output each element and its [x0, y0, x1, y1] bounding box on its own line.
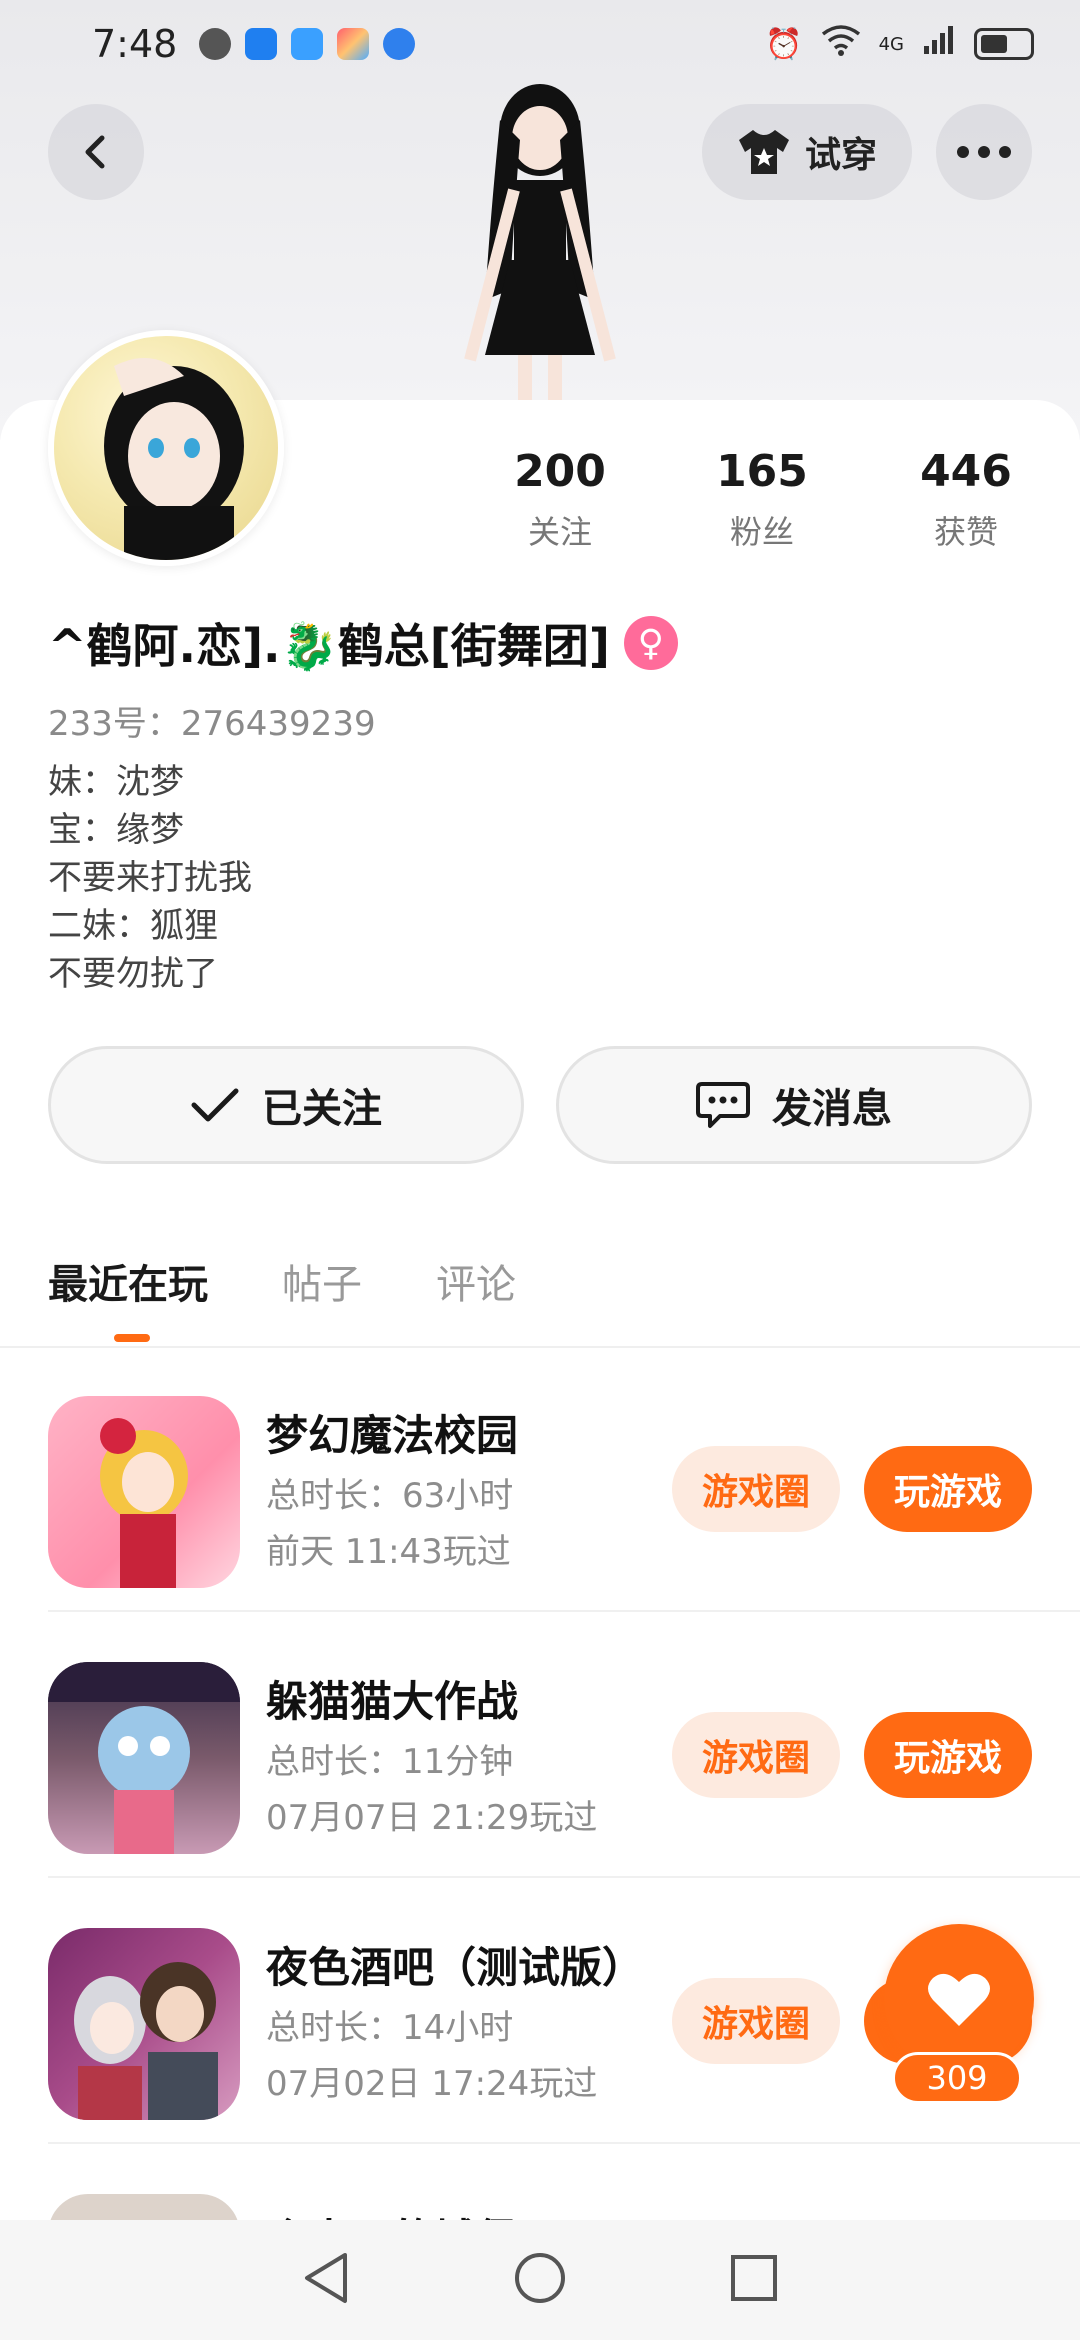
bio-line: 妹：沈梦: [48, 762, 184, 802]
play-game-button[interactable]: 玩游戏: [864, 1712, 1032, 1798]
system-nav-bar: [0, 2220, 1080, 2340]
following-label: 关注: [527, 513, 592, 551]
game-icon: [48, 1928, 240, 2120]
game-icon: [48, 1396, 240, 1588]
tab-recently-played[interactable]: 最近在玩: [48, 1252, 208, 1310]
game-last-played: 07月07日 21:29玩过: [266, 1798, 598, 1838]
status-app-icons: [199, 28, 416, 60]
game-total-time: 总时长：14小时: [266, 2008, 514, 2048]
game-icon: [48, 1662, 240, 1854]
cloud-icon: [291, 28, 324, 60]
game-title: 躲猫猫大作战: [266, 1677, 519, 1726]
user-avatar[interactable]: [48, 330, 284, 566]
more-dots-icon: [957, 146, 1011, 158]
tab-active-indicator: [114, 1334, 150, 1342]
game-title: 夜色酒吧（测试版）: [266, 1943, 645, 1992]
network-label: 4G: [878, 33, 904, 55]
tab-comments[interactable]: 评论: [436, 1252, 516, 1310]
wifi-icon: [821, 24, 861, 64]
play-game-button[interactable]: 玩游戏: [864, 1446, 1032, 1532]
game-row[interactable]: 梦幻魔法校园 总时长：63小时 前天 11:43玩过 游戏圈 玩游戏: [0, 1346, 1080, 1612]
status-bar: 7:48 ⏰ 4G: [0, 0, 1080, 88]
likes-count: 446: [920, 446, 1012, 497]
followers-count: 165: [716, 446, 808, 497]
profile-tabs: 最近在玩 帖子 评论: [48, 1252, 516, 1310]
weather-icon: [245, 28, 278, 60]
avatar-3d-figure: [430, 80, 650, 400]
checkmark-icon: [191, 1088, 239, 1122]
bio-line: 宝：缘梦: [48, 810, 184, 850]
chevron-left-icon: [85, 135, 105, 169]
followed-button[interactable]: 已关注: [48, 1046, 524, 1164]
game-total-time: 总时长：11分钟: [266, 1742, 514, 1782]
game-title: 梦幻魔法校园: [266, 1411, 519, 1460]
bio: 妹：沈梦 宝：缘梦 不要来打扰我 二妹：狐狸 不要勿扰了: [48, 758, 252, 998]
game-last-played: 前天 11:43玩过: [266, 1532, 511, 1572]
heart-icon: [928, 1973, 990, 2026]
signal-icon: [922, 24, 956, 64]
nav-back-icon[interactable]: [301, 2251, 351, 2309]
status-indicators: ⏰ 4G: [765, 24, 1034, 64]
username-row: ^鹤阿.恋].🐉鹤总[街舞团] ♀: [48, 610, 678, 676]
back-button[interactable]: [48, 104, 144, 200]
female-icon: ♀: [623, 616, 678, 670]
stat-likes[interactable]: 446 获赞: [876, 446, 1056, 553]
game-total-time: 总时长：63小时: [266, 1476, 514, 1516]
more-button[interactable]: [936, 104, 1032, 200]
following-count: 200: [514, 446, 606, 497]
game-circle-button[interactable]: 游戏圈: [672, 1978, 840, 2064]
game-last-played: 07月02日 17:24玩过: [266, 2064, 598, 2104]
bio-line: 不要勿扰了: [48, 954, 218, 994]
row-divider: [48, 2142, 1080, 2144]
followed-label: 已关注: [262, 1086, 382, 1132]
try-on-label: 试穿: [804, 135, 877, 176]
browser-icon: [383, 28, 416, 60]
likes-label: 获赞: [933, 513, 998, 551]
app-icon: [337, 28, 370, 60]
nav-home-icon[interactable]: [513, 2251, 567, 2309]
nav-recents-icon[interactable]: [729, 2253, 779, 2307]
stat-following[interactable]: 200 关注: [470, 446, 650, 553]
user-id[interactable]: 233号：276439239: [48, 696, 376, 745]
tshirt-icon: [738, 130, 789, 174]
send-message-label: 发消息: [772, 1086, 892, 1132]
game-row[interactable]: 躲猫猫大作战 总时长：11分钟 07月07日 21:29玩过 游戏圈 玩游戏: [0, 1612, 1080, 1878]
status-time: 7:48: [92, 22, 178, 66]
chat-icon: [199, 28, 232, 60]
followers-label: 粉丝: [729, 513, 794, 551]
username: ^鹤阿.恋].🐉鹤总[街舞团]: [48, 619, 610, 673]
like-count-badge: 309: [892, 2052, 1022, 2104]
bio-line: 不要来打扰我: [48, 858, 252, 898]
tab-posts[interactable]: 帖子: [282, 1252, 362, 1310]
bio-line: 二妹：狐狸: [48, 906, 218, 946]
game-circle-button[interactable]: 游戏圈: [672, 1446, 840, 1532]
send-message-button[interactable]: 发消息: [556, 1046, 1032, 1164]
stat-followers[interactable]: 165 粉丝: [672, 446, 852, 553]
alarm-icon: ⏰: [765, 26, 803, 62]
try-on-button[interactable]: 试穿: [702, 104, 912, 200]
game-circle-button[interactable]: 游戏圈: [672, 1712, 840, 1798]
message-bubble-icon: [696, 1082, 750, 1128]
battery-icon: [974, 28, 1034, 60]
